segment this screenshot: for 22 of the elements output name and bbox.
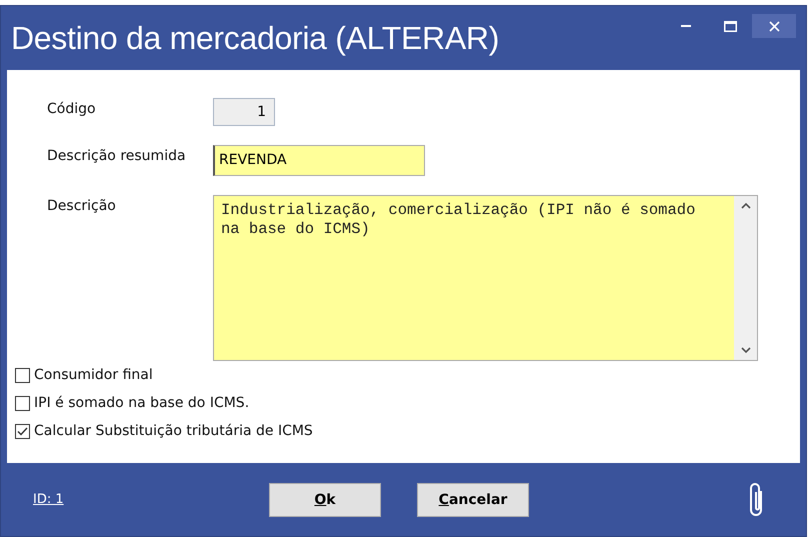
field-label: Código	[47, 100, 97, 119]
close-icon	[768, 20, 780, 32]
scroll-up-icon[interactable]	[740, 202, 750, 209]
close-button[interactable]	[752, 14, 796, 38]
checkbox[interactable]	[15, 368, 30, 382]
description-field[interactable]: Industrialização, comercialização (IPI não é somado na base do ICMS)	[213, 195, 758, 361]
scroll-down-icon[interactable]	[740, 347, 750, 354]
short-description-field[interactable]: REVENDA	[213, 145, 425, 176]
maximize-icon	[724, 20, 736, 32]
minimize-icon	[681, 25, 691, 27]
checkbox[interactable]	[15, 424, 30, 438]
checkbox-label[interactable]: Calcular Substituição tributária de ICMS	[34, 423, 313, 439]
checkbox-label[interactable]: Consumidor final	[34, 367, 153, 383]
cancel-button[interactable]: Cancelar	[417, 482, 529, 516]
window-title: Destino da mercadoria (ALTERAR)	[11, 20, 500, 56]
ok-button[interactable]: Ok	[269, 482, 381, 516]
field-label: Descrição	[47, 197, 117, 216]
checkbox-label[interactable]: IPI é somado na base do ICMS.	[34, 395, 250, 411]
checkbox[interactable]	[15, 396, 30, 410]
code-field[interactable]: 1	[213, 98, 275, 126]
id-link[interactable]: ID: 1	[33, 492, 269, 507]
field-label: Descrição resumida	[47, 147, 187, 166]
